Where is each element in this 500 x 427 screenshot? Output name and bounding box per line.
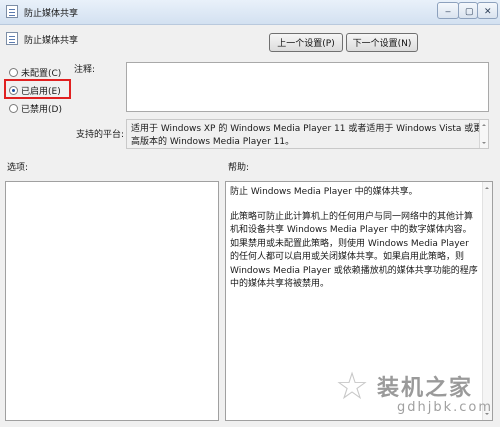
radio-circle[interactable] (9, 67, 18, 77)
title-bar: 防止媒体共享 – ▢ ✕ (0, 0, 500, 25)
help-label: 帮助: (228, 163, 250, 173)
supported-platform-label: 支持的平台: (76, 130, 125, 140)
options-pane (5, 181, 219, 421)
comment-label: 注释: (74, 65, 96, 75)
close-button[interactable]: ✕ (477, 2, 498, 19)
policy-name: 防止媒体共享 (24, 36, 79, 46)
help-paragraph: 此策略可防止此计算机上的任何用户与同一网络中的其他计算机和设备共享 Window… (230, 211, 478, 290)
policy-document-icon (6, 5, 18, 18)
radio-label: 未配置(C) (21, 68, 62, 79)
supported-platform-field: 适用于 Windows XP 的 Windows Media Player 11… (126, 119, 489, 149)
next-setting-button[interactable]: 下一个设置(N) (346, 33, 418, 52)
watermark: ☆ 装机之家 gdhjbk.com (335, 360, 500, 427)
minimize-button[interactable]: – (437, 2, 459, 19)
comment-textarea[interactable] (126, 62, 489, 112)
watermark-brand: 装机之家 (377, 375, 474, 401)
window-title: 防止媒体共享 (24, 9, 79, 19)
previous-setting-button[interactable]: 上一个设置(P) (269, 33, 343, 52)
radio-not-configured[interactable]: 未配置(C) (9, 65, 61, 79)
policy-setting-icon (6, 32, 18, 45)
watermark-url: gdhjbk.com (397, 400, 494, 415)
radio-circle[interactable] (9, 103, 18, 113)
radio-disabled[interactable]: 已禁用(D) (9, 101, 62, 115)
supported-platform-text: 适用于 Windows XP 的 Windows Media Player 11… (131, 124, 483, 147)
scroll-up-arrow-icon[interactable] (485, 185, 489, 189)
help-paragraph: 防止 Windows Media Player 中的媒体共享。 (230, 187, 418, 197)
annotation-highlight-box (4, 79, 71, 99)
platform-scrollbar[interactable] (479, 120, 488, 148)
options-label: 选项: (7, 163, 29, 173)
radio-label: 已禁用(D) (21, 104, 62, 115)
star-logo-icon: ☆ (335, 364, 370, 408)
maximize-button[interactable]: ▢ (458, 2, 478, 19)
